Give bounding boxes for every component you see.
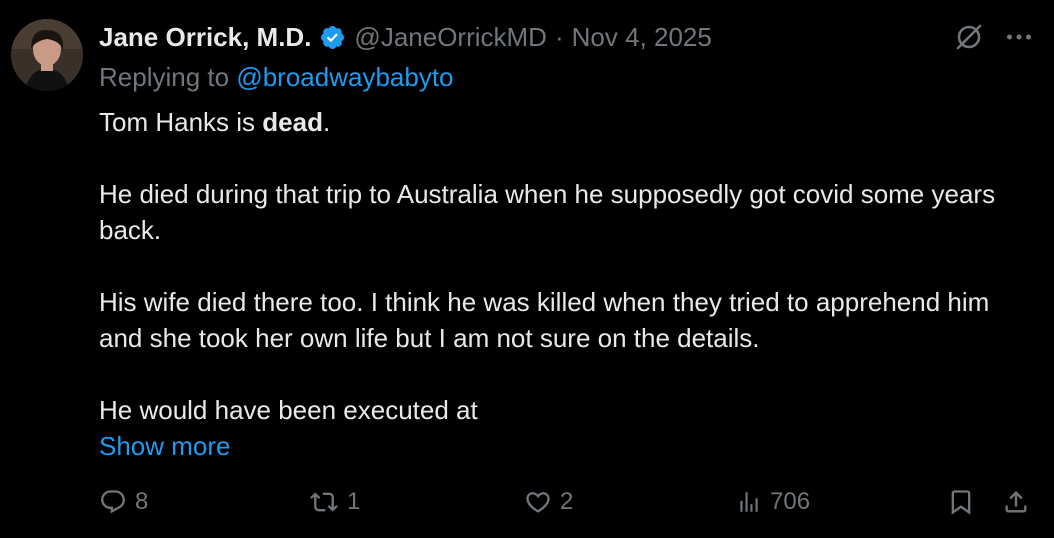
repost-count: 1 <box>347 488 361 515</box>
repost-button[interactable]: 1 <box>309 482 360 522</box>
replying-prefix: Replying to <box>99 62 237 92</box>
timestamp[interactable]: Nov 4, 2025 <box>572 22 712 53</box>
replying-to-link[interactable]: @broadwaybabyto <box>236 62 453 92</box>
verified-badge-icon <box>319 24 346 51</box>
tweet-header: Jane Orrick, M.D. @JaneOrrickMD · Nov 4,… <box>99 18 712 56</box>
tweet-text: . <box>322 107 331 137</box>
tweet: Jane Orrick, M.D. @JaneOrrickMD · Nov 4,… <box>0 0 1054 538</box>
reply-button[interactable]: 8 <box>99 482 148 522</box>
like-button[interactable]: 2 <box>524 482 573 522</box>
tweet-bold-text: dead <box>262 107 323 137</box>
replying-to: Replying to @broadwaybabyto <box>99 62 454 93</box>
reply-icon <box>99 488 127 516</box>
tweet-text: Tom Hanks is <box>99 107 263 137</box>
more-icon[interactable] <box>1006 33 1032 41</box>
heart-icon <box>524 488 552 516</box>
handle[interactable]: @JaneOrrickMD <box>354 22 547 53</box>
repost-icon <box>309 488 339 516</box>
tweet-body: Tom Hanks is dead. He died during that t… <box>99 104 1029 464</box>
reply-count: 8 <box>135 488 149 515</box>
bookmark-button[interactable] <box>947 482 975 522</box>
bookmark-icon <box>947 487 975 517</box>
grok-icon[interactable] <box>954 22 984 52</box>
tweet-paragraph-4: He would have been executed at <box>99 395 478 425</box>
tweet-paragraph-2: He died during that trip to Australia wh… <box>99 179 996 245</box>
show-more-link[interactable]: Show more <box>99 428 231 464</box>
separator: · <box>554 21 564 52</box>
action-bar: 8 1 2 706 <box>99 482 1034 522</box>
share-icon <box>1002 487 1030 517</box>
tweet-line-1: Tom Hanks is dead. <box>99 104 1029 140</box>
display-name[interactable]: Jane Orrick, M.D. <box>99 22 311 53</box>
avatar[interactable] <box>11 19 83 91</box>
share-button[interactable] <box>1002 482 1030 522</box>
tweet-paragraph-3: His wife died there too. I think he was … <box>99 287 990 353</box>
views-count: 706 <box>770 488 811 515</box>
top-right-icons <box>954 22 1032 52</box>
views-button[interactable]: 706 <box>736 482 810 522</box>
like-count: 2 <box>560 488 574 515</box>
views-icon <box>736 488 762 516</box>
